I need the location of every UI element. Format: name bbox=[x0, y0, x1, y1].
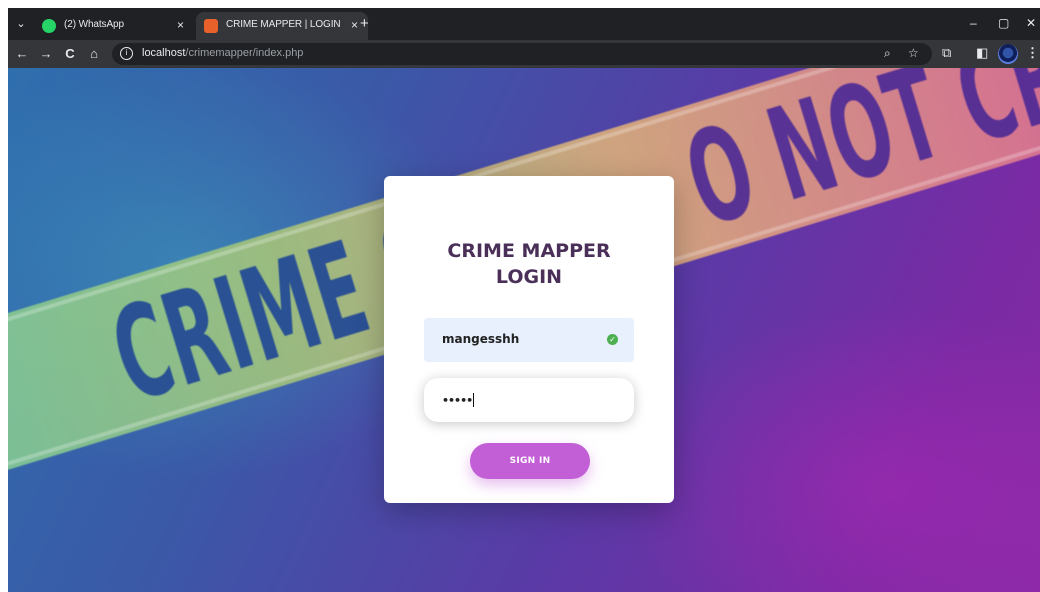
tape-text-right: O NOT CROSS bbox=[670, 68, 1040, 257]
password-mask: ••••• bbox=[442, 394, 473, 407]
restore-button[interactable]: ▢ bbox=[998, 16, 1009, 30]
close-window-button[interactable]: ✕ bbox=[1026, 16, 1036, 30]
tab-search-icon[interactable]: ⌄ bbox=[12, 15, 30, 33]
page-viewport: CRIME S O NOT CROSS CRIME MAPPERLOGIN ma… bbox=[8, 68, 1040, 592]
tab-strip: ⌄ (2) WhatsApp × CRIME MAPPER | LOGIN × … bbox=[8, 8, 1040, 40]
tab-title: (2) WhatsApp bbox=[64, 19, 124, 30]
forward-icon[interactable]: → bbox=[38, 45, 54, 63]
home-icon[interactable]: ⌂ bbox=[86, 45, 102, 63]
extensions-icon[interactable]: ⧉ bbox=[942, 45, 951, 61]
reload-icon[interactable]: C bbox=[62, 45, 78, 63]
browser-menu-icon[interactable]: ⋮ bbox=[1026, 45, 1039, 61]
tab-close-icon[interactable]: × bbox=[177, 18, 184, 32]
login-title: CRIME MAPPER LOGIN bbox=[447, 240, 611, 288]
url-path: /crimemapper/index.php bbox=[185, 47, 304, 59]
valid-check-icon: ✓ bbox=[607, 334, 618, 345]
new-tab-button[interactable]: + bbox=[360, 16, 369, 32]
whatsapp-icon bbox=[42, 19, 56, 33]
zoom-icon[interactable]: ⌕ bbox=[884, 46, 891, 61]
password-value: ••••• bbox=[442, 393, 475, 407]
browser-window: ⌄ (2) WhatsApp × CRIME MAPPER | LOGIN × … bbox=[8, 8, 1040, 592]
username-value: mangesshh bbox=[442, 332, 520, 346]
username-field[interactable]: mangesshh ✓ bbox=[424, 318, 634, 362]
browser-toolbar: ← → C ⌂ i localhost/crimemapper/index.ph… bbox=[8, 40, 1040, 68]
address-bar[interactable]: i localhost/crimemapper/index.php ⌕ ☆ bbox=[112, 43, 932, 65]
side-panel-icon[interactable]: ◧ bbox=[976, 45, 988, 61]
url-host: localhost bbox=[142, 47, 186, 59]
password-field[interactable]: ••••• bbox=[424, 378, 634, 422]
minimize-button[interactable]: – bbox=[970, 16, 977, 30]
tab-whatsapp[interactable]: (2) WhatsApp × bbox=[34, 12, 194, 40]
text-caret bbox=[473, 393, 475, 407]
site-favicon-icon bbox=[204, 19, 218, 33]
url-text[interactable]: localhost/crimemapper/index.php bbox=[142, 47, 303, 59]
tab-close-icon[interactable]: × bbox=[351, 18, 358, 32]
login-card: CRIME MAPPER LOGIN mangesshh ✓ ••••• SIGN… bbox=[384, 176, 674, 503]
sign-in-button[interactable]: SIGN IN bbox=[470, 443, 590, 479]
tab-crime-mapper[interactable]: CRIME MAPPER | LOGIN × bbox=[196, 12, 368, 40]
site-info-icon[interactable]: i bbox=[120, 47, 133, 60]
profile-avatar[interactable] bbox=[998, 44, 1018, 64]
back-icon[interactable]: ← bbox=[14, 45, 30, 63]
tab-title: CRIME MAPPER | LOGIN bbox=[226, 19, 341, 30]
bookmark-star-icon[interactable]: ☆ bbox=[908, 46, 919, 60]
